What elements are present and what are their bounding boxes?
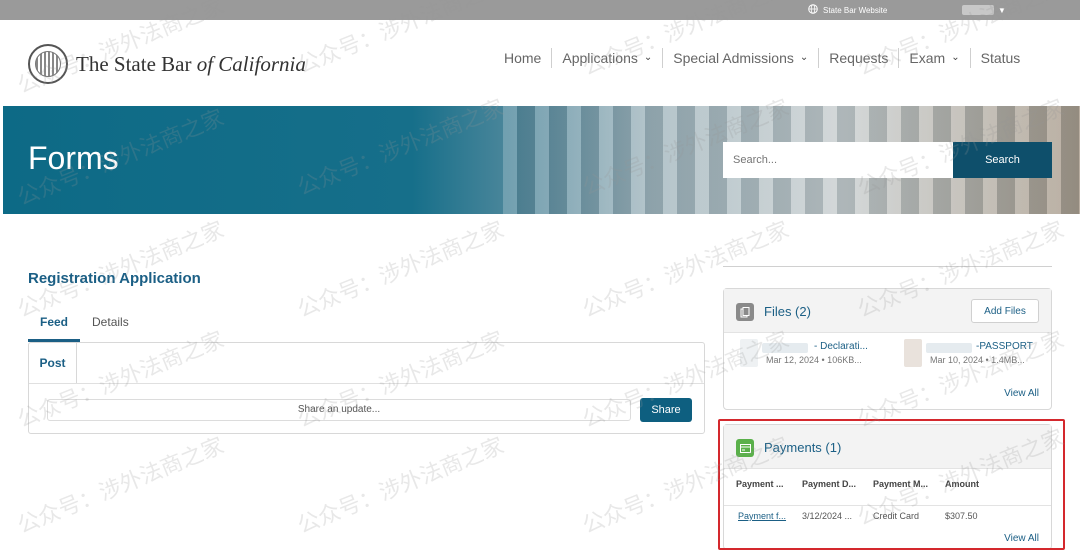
payment-date: 3/12/2024 ... (802, 511, 853, 521)
payments-view-all-link[interactable]: View All (1004, 533, 1039, 544)
nav-item-home[interactable]: Home (494, 48, 551, 68)
nav-item-status[interactable]: Status (969, 48, 1031, 68)
watermark: 公众号：涉外法商之家 (14, 433, 228, 540)
payment-method: Credit Card (873, 511, 920, 521)
nav-item-requests[interactable]: Requests (818, 48, 898, 68)
share-button[interactable]: Share (640, 398, 692, 422)
files-card-header: Files (2) Add Files (724, 289, 1051, 333)
chevron-down-icon: ⌄ (951, 52, 960, 63)
nav-item-applications[interactable]: Applications ⌄ (551, 48, 662, 68)
file-name: - Declarati... (814, 341, 868, 352)
site-header: The State Bar of California Home Applica… (0, 20, 1080, 106)
files-view-all-link[interactable]: View All (1004, 388, 1039, 399)
top-utility-bar: State Bar Website ▼ (0, 0, 1080, 20)
payments-icon (736, 439, 754, 457)
table-row: Payment f... 3/12/2024 ... Credit Card $… (724, 505, 1051, 527)
language-flag (962, 5, 994, 15)
share-update-input[interactable]: Share an update... (47, 399, 631, 421)
divider (29, 383, 704, 384)
payment-name-link[interactable]: Payment f... (738, 511, 786, 521)
state-bar-seal-icon (28, 44, 68, 84)
file-name-redacted (926, 343, 972, 353)
tab-details[interactable]: Details (80, 314, 141, 342)
payments-card: Payments (1) Payment ... Payment D... Pa… (723, 424, 1052, 550)
search-button[interactable]: Search (953, 142, 1052, 178)
file-meta: Mar 10, 2024 • 1.4MB... (930, 355, 1025, 365)
watermark: 公众号：涉外法商之家 (294, 433, 508, 540)
logo-text: The State Bar of California (76, 51, 306, 76)
payment-amount: $307.50 (945, 511, 978, 521)
watermark: 公众号：涉外法商之家 (14, 217, 228, 324)
divider (723, 266, 1052, 267)
column-header[interactable]: Payment ... (736, 479, 784, 489)
globe-icon (808, 4, 818, 16)
nav-item-exam[interactable]: Exam ⌄ (898, 48, 969, 68)
registration-title: Registration Application (28, 270, 201, 287)
watermark: 公众号：涉外法商之家 (294, 217, 508, 324)
file-thumbnail (740, 339, 758, 367)
file-name-redacted (762, 343, 808, 353)
caret-down-icon: ▼ (998, 5, 1006, 15)
feed-panel: Post Share an update... Share (28, 342, 705, 434)
search-input[interactable] (723, 142, 953, 178)
file-thumbnail (904, 339, 922, 367)
column-header[interactable]: Payment M... (873, 479, 928, 489)
state-bar-website-label: State Bar Website (823, 5, 888, 15)
column-header[interactable]: Amount (945, 479, 979, 489)
file-meta: Mar 12, 2024 • 106KB... (766, 355, 862, 365)
add-files-button[interactable]: Add Files (971, 299, 1039, 323)
chevron-down-icon: ⌄ (643, 52, 653, 63)
payments-card-header: Payments (1) (724, 425, 1051, 469)
file-item[interactable]: - Declarati... Mar 12, 2024 • 106KB... (740, 339, 890, 373)
site-logo[interactable]: The State Bar of California (28, 44, 306, 84)
payments-card-title[interactable]: Payments (1) (764, 440, 841, 455)
file-name: -PASSPORT (976, 341, 1033, 352)
post-tab[interactable]: Post (29, 343, 77, 383)
chevron-down-icon: ⌄ (799, 52, 809, 63)
files-card: Files (2) Add Files - Declarati... Mar 1… (723, 288, 1052, 410)
main-nav: Home Applications ⌄ Special Admissions ⌄ R… (494, 48, 1030, 68)
column-header[interactable]: Payment D... (802, 479, 856, 489)
tab-feed[interactable]: Feed (28, 314, 81, 342)
files-icon (736, 303, 754, 321)
files-card-title[interactable]: Files (2) (764, 304, 811, 319)
file-item[interactable]: -PASSPORT Mar 10, 2024 • 1.4MB... (904, 339, 1054, 373)
state-bar-website-link[interactable]: State Bar Website (808, 4, 887, 16)
page-title: Forms (28, 140, 119, 176)
nav-item-special-admissions[interactable]: Special Admissions ⌄ (662, 48, 818, 68)
table-header-row: Payment ... Payment D... Payment M... Am… (724, 479, 1051, 501)
record-tabs: Feed Details (28, 314, 704, 342)
language-selector[interactable]: ▼ (962, 3, 1014, 17)
